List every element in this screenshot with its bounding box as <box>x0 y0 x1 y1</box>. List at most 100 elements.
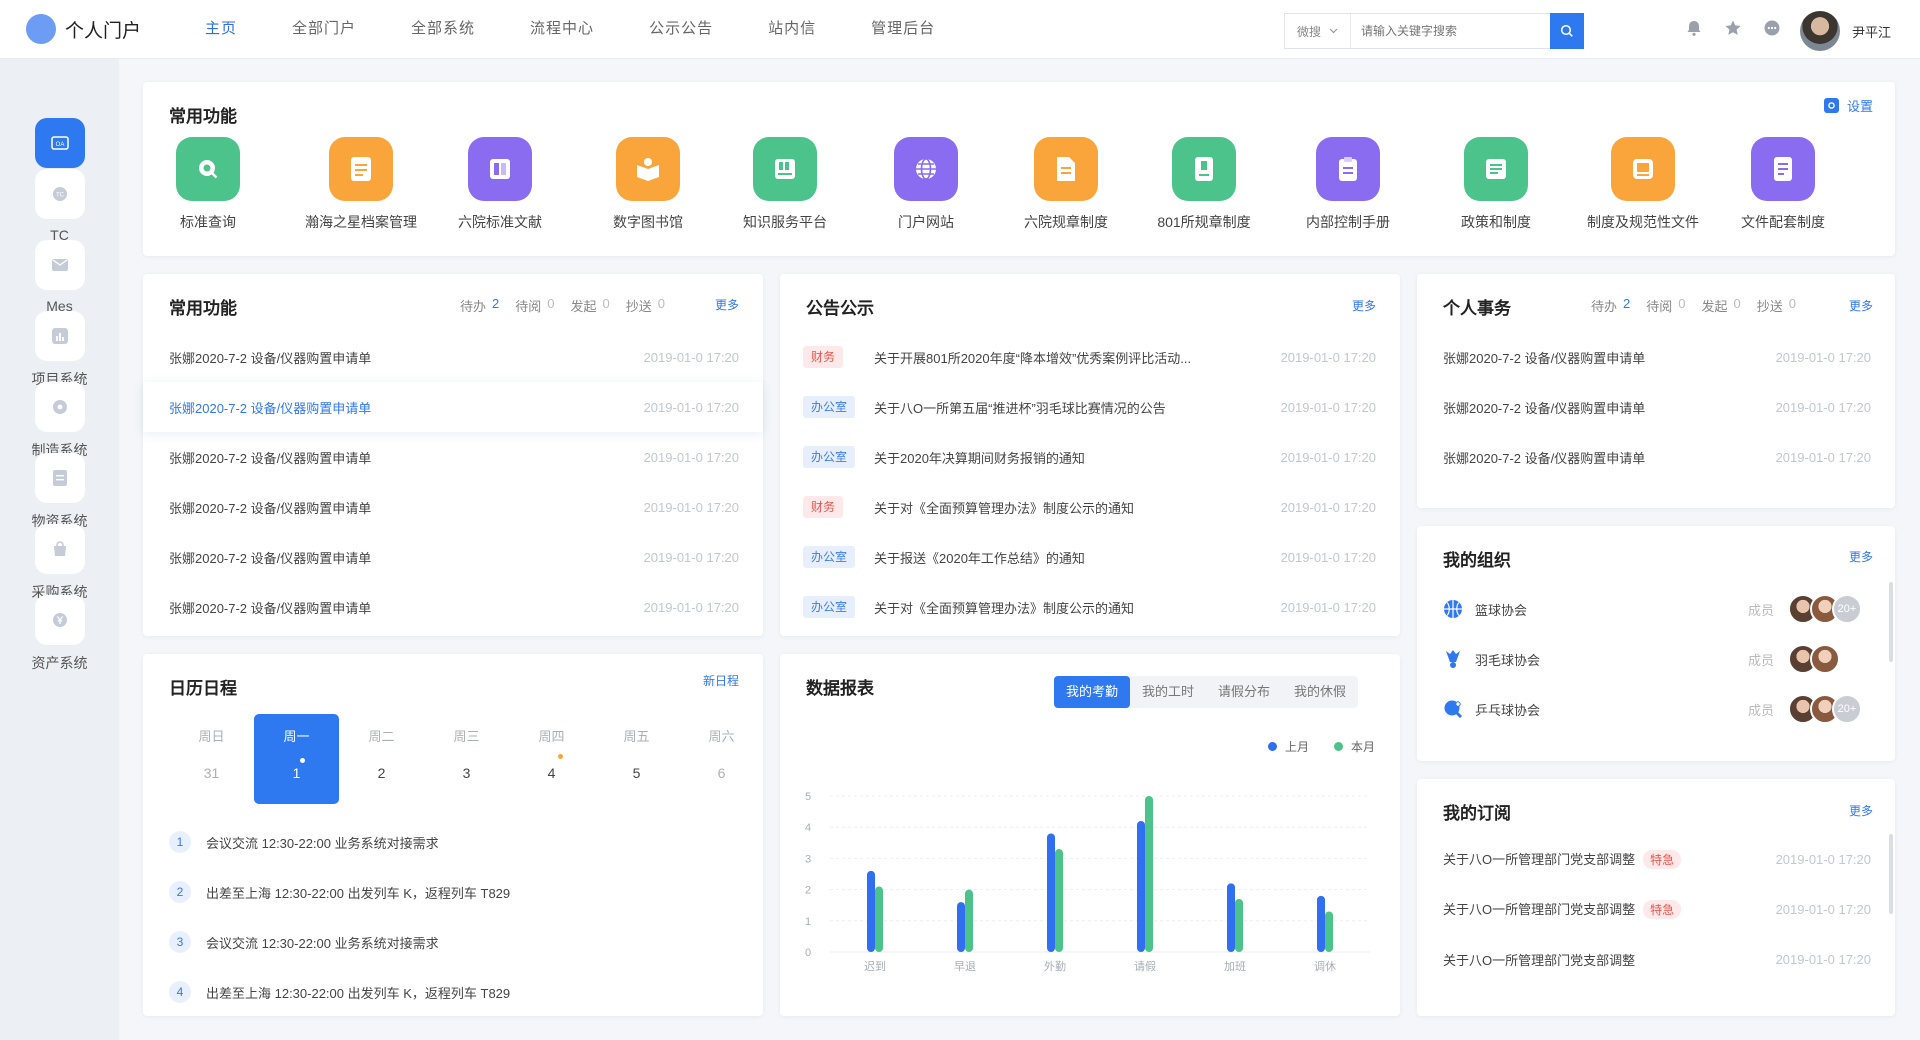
list-item[interactable]: 张娜2020-7-2 设备/仪器购置申请单 2019-01-0 17:20 <box>143 582 763 632</box>
list-item[interactable]: 张娜2020-7-2 设备/仪器购置申请单 2019-01-0 17:20 <box>1417 332 1895 382</box>
org-item[interactable]: 羽毛球协会 成员 <box>1443 644 1873 674</box>
sidebar-item-mes[interactable]: Mes <box>0 240 119 314</box>
tool-knowledge-platform[interactable]: 知识服务平台 <box>720 137 850 232</box>
item-title: 关于八O一所管理部门党支部调整 特急 <box>1443 849 1682 869</box>
nav-process-center[interactable]: 流程中心 <box>530 0 594 59</box>
tab-leave-distribution[interactable]: 请假分布 <box>1206 676 1282 708</box>
org-scrollbar[interactable] <box>1889 582 1893 662</box>
personal-more-link[interactable]: 更多 <box>1849 297 1873 314</box>
list-item[interactable]: 张娜2020-7-2 设备/仪器购置申请单 2019-01-0 17:20 <box>143 382 763 432</box>
list-item[interactable]: 张娜2020-7-2 设备/仪器购置申请单 2019-01-0 17:20 <box>1417 432 1895 482</box>
list-item[interactable]: 办公室 关于八O一所第五届“推进杯”羽毛球比赛情况的公告 2019-01-0 17:… <box>780 382 1400 432</box>
list-item[interactable]: 财务 关于开展801所2020年度“降本增效”优秀案例评比活动... 2019-01… <box>780 332 1400 382</box>
brand[interactable]: 个人门户 <box>26 14 141 44</box>
stat-label[interactable]: 待办 <box>460 296 486 315</box>
search-input[interactable] <box>1351 14 1550 48</box>
schedule-item[interactable]: 3 会议交流 12:30-22:00 业务系统对接需求 <box>169 930 439 954</box>
tool-regulations-6[interactable]: 六院规章制度 <box>1001 137 1131 232</box>
subscriptions-scrollbar[interactable] <box>1889 834 1893 914</box>
calendar-day[interactable]: 周三 3 <box>424 714 509 804</box>
item-time: 2019-01-0 17:20 <box>1280 449 1376 465</box>
stat-value: 2 <box>1623 296 1631 311</box>
sidebar-item-manufacturing[interactable]: 制造系统 <box>0 382 119 460</box>
calendar-day[interactable]: 周六 6 <box>679 714 764 804</box>
star-icon[interactable] <box>1723 18 1743 38</box>
list-item[interactable]: 办公室 关于对《全面预算管理办法》制度公示的通知 2019-01-0 17:20 <box>780 582 1400 632</box>
subscriptions-more-link[interactable]: 更多 <box>1849 802 1873 819</box>
stat-label[interactable]: 待阅 <box>515 296 541 315</box>
settings-button[interactable]: 设置 <box>1823 96 1873 115</box>
user-name[interactable]: 尹平江 <box>1852 22 1891 41</box>
schedule-item[interactable]: 1 会议交流 12:30-22:00 业务系统对接需求 <box>169 830 439 854</box>
sidebar-item-purchase[interactable]: 采购系统 <box>0 524 119 602</box>
list-item[interactable]: 关于八O一所管理部门党支部调整 2019-01-0 17:20 <box>1417 934 1895 984</box>
list-item[interactable]: 办公室 关于报送《2020年工作总结》的通知 2019-01-0 17:20 <box>780 532 1400 582</box>
top-bar: 个人门户 主页 全部门户 全部系统 流程中心 公示公告 站内信 管理后台 微搜 <box>0 0 1920 59</box>
nav-admin[interactable]: 管理后台 <box>871 0 935 59</box>
list-item[interactable]: 张娜2020-7-2 设备/仪器购置申请单 2019-01-0 17:20 <box>143 332 763 382</box>
org-item[interactable]: 乒乓球协会 成员 20+ <box>1443 694 1873 724</box>
calendar-day-selected[interactable]: 周一 1 <box>254 714 339 804</box>
stat-label[interactable]: 抄送 <box>626 296 652 315</box>
tool-policy[interactable]: 政策和制度 <box>1431 137 1561 232</box>
sidebar-item-project[interactable]: 项目系统 <box>0 311 119 389</box>
tool-supporting-docs[interactable]: 文件配套制度 <box>1711 137 1855 232</box>
list-item[interactable]: 张娜2020-7-2 设备/仪器购置申请单 2019-01-0 17:20 <box>143 432 763 482</box>
stat-label[interactable]: 待阅 <box>1646 296 1672 315</box>
category-tag: 财务 <box>803 496 844 518</box>
list-item[interactable]: 关于八O一所管理部门党支部调整 特急 2019-01-0 17:20 <box>1417 834 1895 884</box>
tool-standard-docs[interactable]: 六院标准文献 <box>435 137 565 232</box>
notice-more-link[interactable]: 更多 <box>1352 297 1376 314</box>
chat-icon[interactable] <box>1762 18 1782 38</box>
calendar-day[interactable]: 周四 4 <box>509 714 594 804</box>
common-more-link[interactable]: 更多 <box>715 296 739 313</box>
tool-standard-query[interactable]: 标准查询 <box>143 137 273 232</box>
tab-my-vacation[interactable]: 我的休假 <box>1282 676 1358 708</box>
bell-icon[interactable] <box>1684 18 1704 38</box>
calendar-day[interactable]: 周日 31 <box>169 714 254 804</box>
nav-messages[interactable]: 站内信 <box>768 0 816 59</box>
tool-internal-control[interactable]: 内部控制手册 <box>1283 137 1413 232</box>
calendar-day[interactable]: 周五 5 <box>594 714 679 804</box>
nav-all-systems[interactable]: 全部系统 <box>411 0 475 59</box>
schedule-item[interactable]: 4 出差至上海 12:30-22:00 出发列车 K，返程列车 T829 <box>169 980 510 1004</box>
list-item[interactable]: 办公室 关于2020年决算期间财务报销的通知 2019-01-0 17:20 <box>780 432 1400 482</box>
search-button[interactable] <box>1550 13 1584 49</box>
nav-announcements[interactable]: 公示公告 <box>649 0 713 59</box>
tool-label: 文件配套制度 <box>1741 214 1825 230</box>
sidebar-item-tc[interactable]: TC TC <box>0 169 119 243</box>
tool-normative-docs[interactable]: 制度及规范性文件 <box>1572 137 1714 232</box>
org-item[interactable]: 篮球协会 成员 20+ <box>1443 594 1873 624</box>
search-scope-select[interactable]: 微搜 <box>1285 14 1351 48</box>
legend-last-month: 上月 <box>1268 738 1309 755</box>
item-text: 关于八O一所管理部门党支部调整 <box>1443 902 1636 917</box>
org-more-link[interactable]: 更多 <box>1849 548 1873 565</box>
list-item[interactable]: 财务 关于对《全面预算管理办法》制度公示的通知 2019-01-0 17:20 <box>780 482 1400 532</box>
stat-label[interactable]: 发起 <box>1702 296 1728 315</box>
list-item[interactable]: 张娜2020-7-2 设备/仪器购置申请单 2019-01-0 17:20 <box>1417 382 1895 432</box>
tool-archive[interactable]: 瀚海之星档案管理 <box>291 137 431 232</box>
schedule-item[interactable]: 2 出差至上海 12:30-22:00 出发列车 K，返程列车 T829 <box>169 880 510 904</box>
list-item[interactable]: 关于八O一所管理部门党支部调整 特急 2019-01-0 17:20 <box>1417 884 1895 934</box>
quick-functions-card: 常用功能 设置 标准查询 瀚海之星档案管理 六院标准文献 数字图书馆 知识服务平… <box>143 82 1895 256</box>
more-members-badge[interactable]: 20+ <box>1832 694 1862 724</box>
tool-regulations-801[interactable]: 801所规章制度 <box>1136 137 1272 232</box>
list-item[interactable]: 张娜2020-7-2 设备/仪器购置申请单 2019-01-0 17:20 <box>143 482 763 532</box>
tool-digital-library[interactable]: 数字图书馆 <box>583 137 713 232</box>
more-members-badge[interactable]: 20+ <box>1832 594 1862 624</box>
list-item[interactable]: 张娜2020-7-2 设备/仪器购置申请单 2019-01-0 17:20 <box>143 532 763 582</box>
tab-my-hours[interactable]: 我的工时 <box>1130 676 1206 708</box>
new-schedule-link[interactable]: 新日程 <box>703 672 739 689</box>
user-avatar[interactable] <box>1800 11 1840 51</box>
nav-home[interactable]: 主页 <box>205 0 237 59</box>
sidebar-item-materials[interactable]: 物资系统 <box>0 453 119 531</box>
item-title: 关于八O一所第五届“推进杯”羽毛球比赛情况的公告 <box>874 400 1166 416</box>
stat-label[interactable]: 待办 <box>1591 296 1617 315</box>
stat-label[interactable]: 抄送 <box>1757 296 1783 315</box>
tool-portal-site[interactable]: 门户网站 <box>861 137 991 232</box>
calendar-day[interactable]: 周二 2 <box>339 714 424 804</box>
stat-label[interactable]: 发起 <box>571 296 597 315</box>
tab-my-attendance[interactable]: 我的考勤 <box>1054 676 1131 708</box>
sidebar-item-assets[interactable]: 资产系统 <box>0 595 119 673</box>
nav-all-portals[interactable]: 全部门户 <box>292 0 356 59</box>
